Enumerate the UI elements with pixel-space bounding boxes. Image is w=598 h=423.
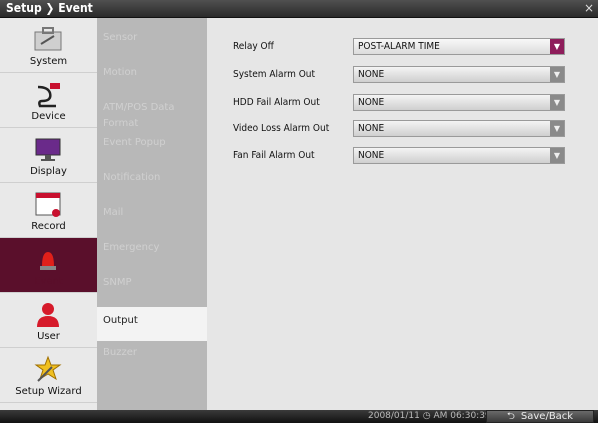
- category-label: Device: [31, 111, 66, 122]
- monitor-icon: [35, 138, 61, 161]
- category-label: Event: [34, 276, 63, 287]
- menu-item-sensor[interactable]: Sensor: [97, 30, 207, 64]
- setting-label: HDD Fail Alarm Out: [233, 97, 320, 108]
- datetime-display: 2008/01/11 ◷ AM 06:30:39: [368, 411, 491, 421]
- user-icon: [37, 303, 59, 327]
- category-event[interactable]: Event: [0, 238, 97, 293]
- save-back-button[interactable]: ⮌ Save/Back: [486, 410, 594, 423]
- chevron-down-icon: ▼: [550, 39, 564, 54]
- chevron-down-icon: ▼: [550, 67, 564, 82]
- setting-row-relay-off: Relay Off POST-ALARM TIME ▼: [207, 38, 598, 58]
- category-sidebar: System Device Display Record Event User …: [0, 18, 98, 410]
- event-submenu: Sensor Motion ATM/POS Data Format Event …: [97, 18, 207, 410]
- setting-row-system-alarm-out: System Alarm Out NONE ▼: [207, 66, 598, 86]
- category-system[interactable]: System: [0, 18, 97, 73]
- menu-item-buzzer[interactable]: Buzzer: [97, 345, 207, 379]
- category-label: Record: [31, 221, 66, 232]
- breadcrumb: Setup ❯ Event: [6, 1, 93, 15]
- category-label: User: [37, 331, 60, 342]
- category-label: System: [29, 56, 68, 67]
- menu-item-event-popup[interactable]: Event Popup: [97, 135, 207, 169]
- siren-icon: [40, 252, 56, 270]
- title-bar: Setup ❯ Event ×: [0, 0, 598, 18]
- chevron-down-icon: ▼: [550, 121, 564, 136]
- toolbox-icon: [34, 27, 62, 51]
- setting-label: System Alarm Out: [233, 69, 316, 80]
- menu-item-snmp[interactable]: SNMP: [97, 275, 207, 309]
- category-record[interactable]: Record: [0, 183, 97, 238]
- category-user[interactable]: User: [0, 293, 97, 348]
- menu-item-output[interactable]: Output: [97, 307, 207, 341]
- relay-off-dropdown[interactable]: POST-ALARM TIME ▼: [353, 38, 565, 55]
- dropdown-value: NONE: [358, 123, 385, 134]
- chevron-down-icon: ▼: [550, 148, 564, 163]
- dropdown-value: NONE: [358, 69, 385, 80]
- setting-row-fan-fail-alarm-out: Fan Fail Alarm Out NONE ▼: [207, 147, 598, 167]
- cable-icon: [37, 83, 60, 108]
- dropdown-value: NONE: [358, 150, 385, 161]
- chevron-down-icon: ▼: [550, 95, 564, 110]
- category-setup-wizard[interactable]: Setup Wizard: [0, 348, 97, 403]
- menu-item-mail[interactable]: Mail: [97, 205, 207, 239]
- setting-row-video-loss-alarm-out: Video Loss Alarm Out NONE ▼: [207, 120, 598, 140]
- dropdown-value: NONE: [358, 97, 385, 108]
- save-back-label: Save/Back: [520, 411, 574, 422]
- fan-fail-alarm-out-dropdown[interactable]: NONE ▼: [353, 147, 565, 164]
- return-icon: ⮌: [506, 411, 515, 422]
- category-label: Setup Wizard: [15, 386, 82, 397]
- menu-item-notification[interactable]: Notification: [97, 170, 207, 204]
- menu-item-motion[interactable]: Motion: [97, 65, 207, 99]
- category-label: Display: [30, 166, 67, 177]
- category-device[interactable]: Device: [0, 73, 97, 128]
- hdd-fail-alarm-out-dropdown[interactable]: NONE ▼: [353, 94, 565, 111]
- dropdown-value: POST-ALARM TIME: [358, 41, 440, 52]
- status-bar: 2008/01/11 ◷ AM 06:30:39 ⮌ Save/Back: [0, 410, 598, 423]
- system-alarm-out-dropdown[interactable]: NONE ▼: [353, 66, 565, 83]
- output-settings-panel: Relay Off POST-ALARM TIME ▼ System Alarm…: [207, 18, 598, 410]
- wizard-icon: [34, 355, 62, 382]
- setting-row-hdd-fail-alarm-out: HDD Fail Alarm Out NONE ▼: [207, 94, 598, 114]
- menu-item-emergency[interactable]: Emergency: [97, 240, 207, 274]
- menu-item-atm-pos-data-format[interactable]: ATM/POS Data Format: [97, 100, 207, 134]
- calendar-icon: [35, 192, 61, 217]
- setting-label: Relay Off: [233, 41, 274, 52]
- video-loss-alarm-out-dropdown[interactable]: NONE ▼: [353, 120, 565, 137]
- setting-label: Video Loss Alarm Out: [233, 123, 330, 134]
- close-icon[interactable]: ×: [583, 2, 595, 14]
- category-display[interactable]: Display: [0, 128, 97, 183]
- setting-label: Fan Fail Alarm Out: [233, 150, 315, 161]
